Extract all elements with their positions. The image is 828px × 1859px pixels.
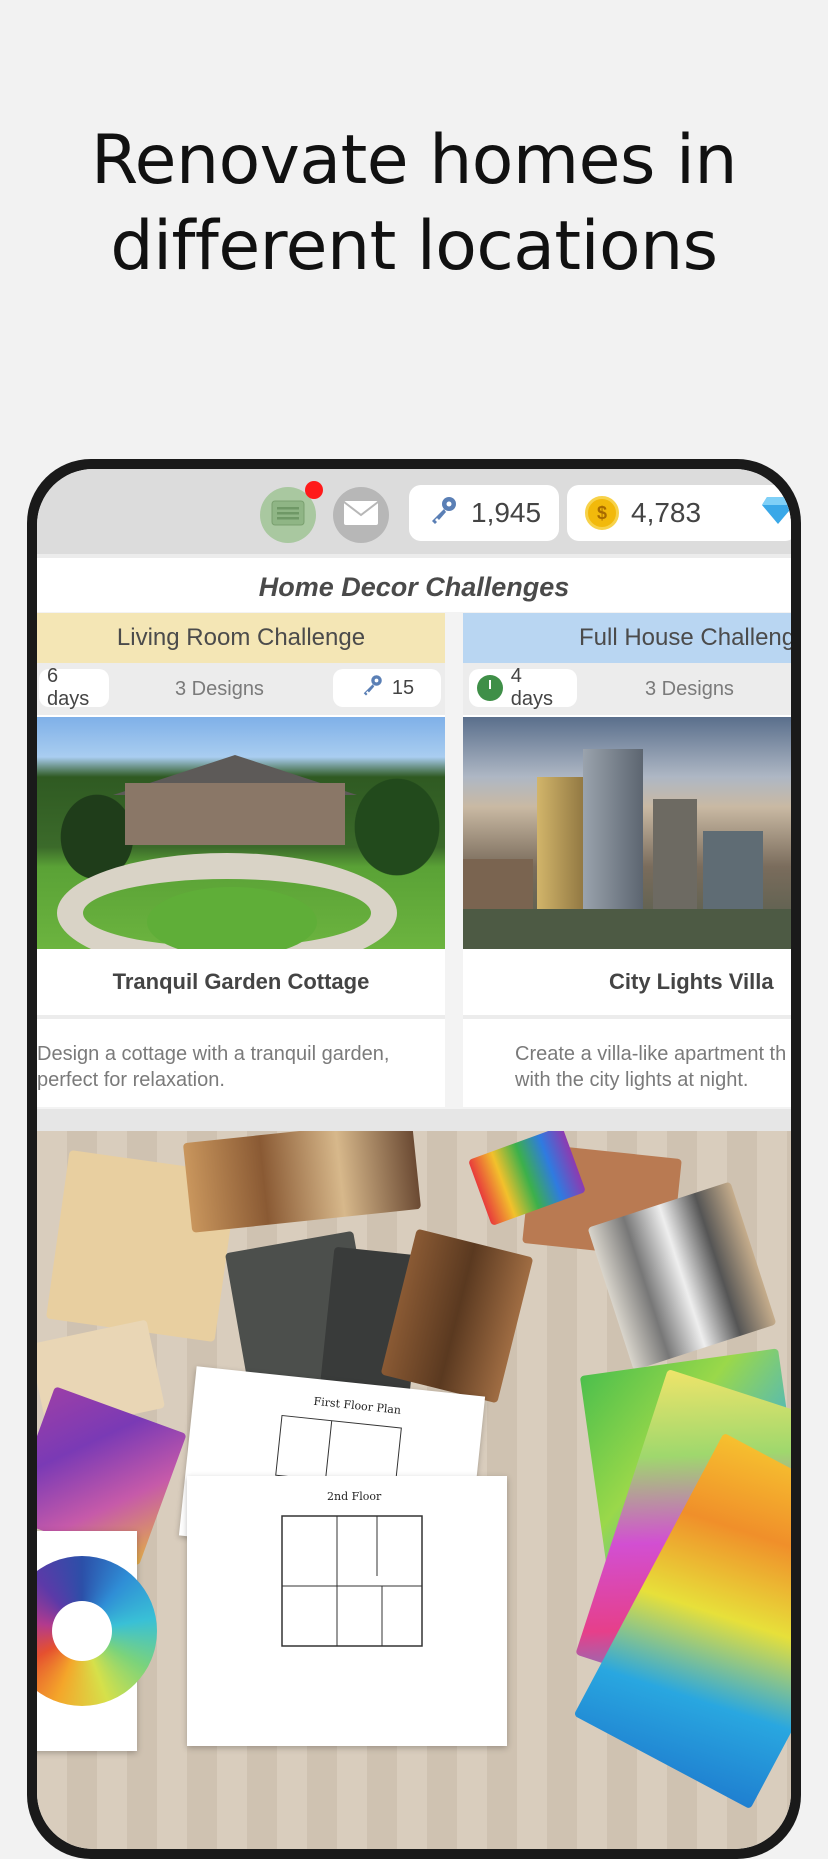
challenge-name: City Lights Villa [463,949,791,1019]
city-photo [463,717,791,949]
section-title: Home Decor Challenges [37,554,791,612]
headline: Renovate homes in different locations [0,118,828,290]
phone-frame: 1,945 $ 4,783 3 Home Decor Challenges Li… [27,459,801,1859]
days-remaining-tag: 4 days [469,665,577,710]
mail-button[interactable] [333,487,389,543]
coins-count: 4,783 [631,497,702,528]
mail-icon [343,500,379,531]
keys-counter[interactable]: 1,945 [409,485,559,541]
clock-icon [477,675,503,701]
challenge-meta: 6 days 3 Designs 15 [37,663,445,715]
floor-plan-sheet: 2nd Floor [187,1476,507,1746]
phone-screen: 1,945 $ 4,783 3 Home Decor Challenges Li… [37,469,791,1849]
designs-count: 3 Designs [175,678,264,700]
key-icon [360,673,384,703]
coin-icon: $ [585,496,619,530]
challenge-name: Tranquil Garden Cottage [37,949,445,1019]
coins-counter[interactable]: $ 4,783 [567,485,791,541]
days-remaining: 4 days [510,665,553,710]
notification-dot [305,481,323,499]
cottage-photo [37,717,445,949]
headline-line-1: Renovate homes in [90,121,738,200]
challenge-card-full-house[interactable]: Full House Challeng 4 days 3 Designs Cit… [463,613,791,1107]
design-materials-photo: First Floor Plan 2nd Floor [37,1131,791,1849]
diamond-icon [761,495,791,532]
challenge-meta: 4 days 3 Designs [463,663,791,715]
headline-line-2: different locations [110,207,718,286]
days-remaining: 6 days [47,665,90,710]
days-remaining-tag: 6 days [39,665,109,710]
challenge-card-living-room[interactable]: Living Room Challenge 6 days 3 Designs 1… [37,613,445,1107]
color-wheel [37,1556,157,1706]
designs-count: 3 Designs [645,678,734,700]
entry-cost: 15 [391,676,415,699]
gems-counter[interactable]: 3 [761,485,791,541]
keys-count: 1,945 [471,497,542,528]
challenge-description-line-1: Create a villa-like apartment th [515,1043,787,1065]
challenge-header: Living Room Challenge [37,613,445,663]
challenge-description: Design a cottage with a tranquil garden,… [37,1043,390,1091]
challenge-description-line-2: with the city lights at night. [515,1069,749,1091]
challenge-description: Create a villa-like apartment th with th… [463,1019,791,1093]
entry-cost-tag: 15 [333,669,441,707]
divider [37,1109,791,1131]
challenge-header: Full House Challeng [463,613,791,663]
key-icon [427,494,459,533]
top-bar: 1,945 $ 4,783 3 [37,469,791,554]
news-icon [271,500,305,531]
